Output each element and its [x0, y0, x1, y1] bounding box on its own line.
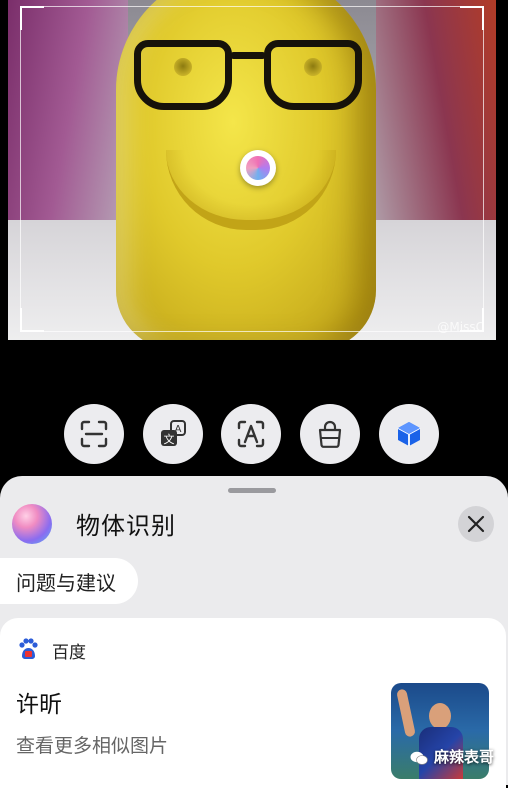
result-card[interactable]: 百度 许昕 查看更多相似图片: [0, 618, 506, 788]
scan-icon: [80, 420, 108, 448]
recognition-toolbar: A 文: [0, 404, 508, 466]
result-name[interactable]: 许昕: [16, 685, 62, 719]
object-recognition-sheet: 物体识别 问题与建议 百度 许昕 查看更多相似图片: [0, 476, 508, 788]
brand-watermark: 麻辣表哥: [433, 748, 494, 766]
text-recognition-button[interactable]: [221, 404, 281, 464]
focus-point-icon[interactable]: [240, 150, 276, 186]
object-recognition-button[interactable]: [379, 404, 439, 464]
translate-icon: A 文: [161, 420, 186, 446]
crop-handle-top-right[interactable]: [460, 6, 484, 30]
scanned-image[interactable]: @MissC: [8, 0, 496, 340]
feedback-button[interactable]: 问题与建议: [0, 558, 138, 604]
sheet-drag-handle[interactable]: [228, 488, 276, 493]
translate-button[interactable]: A 文: [143, 404, 203, 464]
sheet-title: 物体识别: [76, 512, 176, 540]
wechat-icon: [410, 751, 428, 765]
baidu-logo-icon: [19, 638, 38, 659]
text-recognize-icon: [237, 420, 265, 448]
svg-text:文: 文: [164, 432, 175, 446]
close-button[interactable]: [458, 506, 494, 542]
crop-handle-bottom-left[interactable]: [20, 308, 44, 332]
scan-button[interactable]: [64, 404, 124, 464]
glasses: [134, 40, 362, 112]
shopping-bag-icon: [318, 420, 342, 448]
result-source: 百度: [52, 643, 86, 663]
assistant-orb-icon: [12, 504, 52, 544]
close-icon: [467, 515, 485, 533]
object-cube-icon: [397, 422, 421, 446]
feedback-label: 问题与建议: [16, 570, 116, 595]
crop-handle-bottom-right[interactable]: [460, 308, 484, 332]
more-similar-images-link[interactable]: 查看更多相似图片: [16, 731, 168, 758]
crop-handle-top-left[interactable]: [20, 6, 44, 30]
shopping-button[interactable]: [300, 404, 360, 464]
